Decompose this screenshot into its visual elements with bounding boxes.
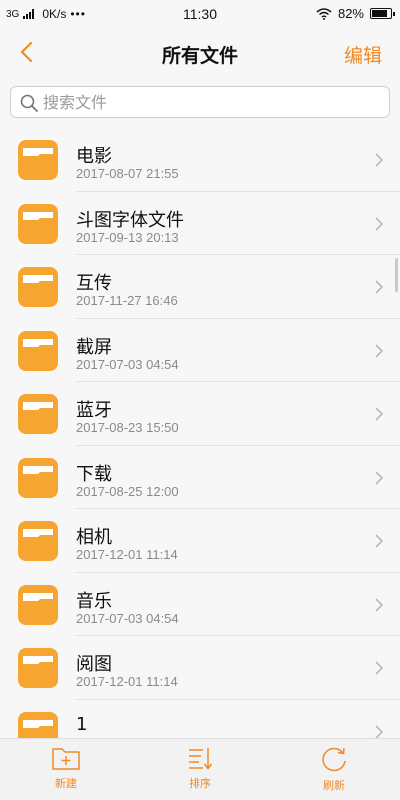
chevron-right-icon [374, 470, 384, 486]
battery-fill [372, 10, 387, 17]
chevron-right-icon [374, 152, 384, 168]
folder-icon [18, 267, 58, 307]
file-date: 2017-12-01 11:14 [76, 547, 178, 562]
file-date: 2017-07-03 04:54 [76, 356, 179, 372]
file-date: 2017-09-13 20:13 [76, 229, 179, 245]
file-name: 阅图 [76, 654, 112, 675]
list-item[interactable]: 电影 2017-08-07 21:55 [0, 128, 400, 192]
status-right: 82% [316, 6, 395, 21]
file-name: 下载 [76, 463, 112, 485]
status-bar: 3G 0K/s ••• 11:30 82% [0, 0, 400, 28]
folder-icon [18, 648, 58, 688]
list-item[interactable]: 斗图字体文件 2017-09-13 20:13 [0, 192, 400, 256]
refresh-icon [322, 747, 346, 772]
chevron-right-icon [374, 406, 384, 422]
file-name: 音乐 [76, 590, 112, 612]
page-title: 所有文件 [161, 45, 238, 67]
file-list: 电影 2017-08-07 21:55 斗图字体文件 2017-09-13 20:13… [0, 128, 400, 738]
folder-icon [18, 584, 58, 625]
folder-icon [18, 203, 58, 244]
file-date: 2017-08-07 21:55 [76, 166, 179, 181]
chevron-right-icon [374, 533, 384, 549]
list-item[interactable]: 互传 2017-11-27 16:46 [0, 255, 400, 319]
file-date: 2017-11-27 16:46 [76, 293, 178, 308]
edit-button[interactable]: 编辑 [344, 41, 382, 68]
list-item[interactable]: 1 [0, 700, 400, 738]
file-name: 互传 [76, 273, 112, 294]
battery-icon [370, 8, 395, 19]
bottom-toolbar: 新建 排序 刷新 [0, 738, 400, 800]
folder-icon [18, 330, 58, 371]
new-label: 新建 [55, 777, 77, 790]
list-item[interactable]: 下载 2017-08-25 12:00 [0, 446, 400, 510]
folder-icon [18, 521, 58, 561]
file-date: 2017-12-01 11:14 [76, 674, 178, 689]
file-date: 2017-08-25 12:00 [76, 483, 179, 499]
folder-icon [18, 394, 58, 434]
list-item[interactable]: 音乐 2017-07-03 04:54 [0, 573, 400, 637]
list-item[interactable]: 蓝牙 2017-08-23 15:50 [0, 382, 400, 446]
list-item[interactable]: 相机 2017-12-01 11:14 [0, 509, 400, 573]
chevron-right-icon [374, 597, 384, 613]
file-date: 2017-07-03 04:54 [76, 610, 179, 626]
search-input[interactable] [43, 87, 373, 117]
sort-icon [189, 748, 213, 770]
refresh-button[interactable]: 刷新 [304, 745, 364, 797]
search-icon [20, 94, 38, 112]
search-bar [0, 76, 400, 128]
file-name: 1 [76, 713, 88, 735]
file-name: 斗图字体文件 [76, 209, 184, 231]
battery-percent: 82% [337, 6, 364, 21]
folder-icon [18, 140, 58, 180]
file-name: 蓝牙 [76, 400, 112, 421]
list-item[interactable]: 阅图 2017-12-01 11:14 [0, 636, 400, 700]
new-folder-button[interactable]: 新建 [36, 745, 96, 797]
sort-button[interactable]: 排序 [170, 745, 230, 797]
search-box[interactable] [10, 86, 390, 118]
chevron-right-icon [374, 343, 384, 359]
chevron-right-icon [374, 724, 384, 738]
chevron-right-icon [374, 216, 384, 232]
file-name: 相机 [76, 527, 112, 548]
file-name: 截屏 [76, 336, 112, 358]
file-date: 2017-08-23 15:50 [76, 420, 179, 435]
new-folder-icon [52, 748, 80, 770]
refresh-label: 刷新 [323, 779, 345, 792]
folder-icon [18, 457, 58, 498]
nav-bar: 所有文件 编辑 [0, 28, 400, 76]
sort-label: 排序 [189, 777, 211, 790]
wifi-icon [316, 7, 332, 20]
chevron-right-icon [374, 660, 384, 676]
list-item[interactable]: 截屏 2017-07-03 04:54 [0, 319, 400, 383]
folder-icon [18, 711, 58, 738]
chevron-right-icon [374, 279, 384, 295]
file-name: 电影 [76, 146, 112, 167]
